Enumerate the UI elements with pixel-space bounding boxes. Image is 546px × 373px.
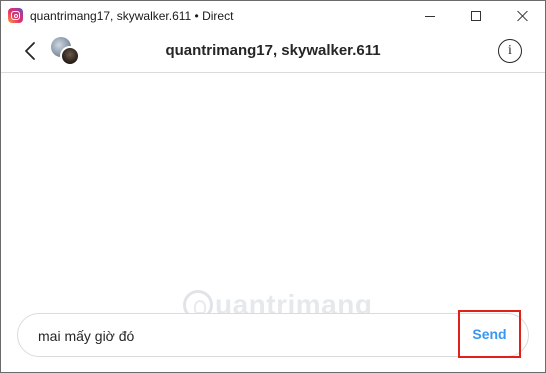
minimize-button[interactable] — [407, 1, 453, 31]
instagram-icon — [8, 8, 23, 23]
chat-header: quantrimang17, skywalker.611 i — [1, 31, 545, 73]
message-list[interactable] — [1, 74, 545, 304]
maximize-button[interactable] — [453, 1, 499, 31]
close-button[interactable] — [499, 1, 545, 31]
message-input[interactable] — [38, 326, 438, 346]
message-composer: Send — [17, 310, 529, 358]
maximize-icon — [471, 11, 481, 21]
send-button[interactable]: Send — [458, 310, 521, 358]
conversation-title[interactable]: quantrimang17, skywalker.611 — [1, 42, 545, 59]
app-window: quantrimang17, skywalker.611 • Direct qu… — [0, 0, 546, 373]
close-icon — [516, 10, 528, 22]
info-button[interactable]: i — [498, 39, 522, 63]
title-bar[interactable]: quantrimang17, skywalker.611 • Direct — [1, 1, 545, 31]
info-icon: i — [508, 43, 512, 58]
minimize-icon — [425, 15, 435, 17]
window-title: quantrimang17, skywalker.611 • Direct — [30, 9, 234, 23]
